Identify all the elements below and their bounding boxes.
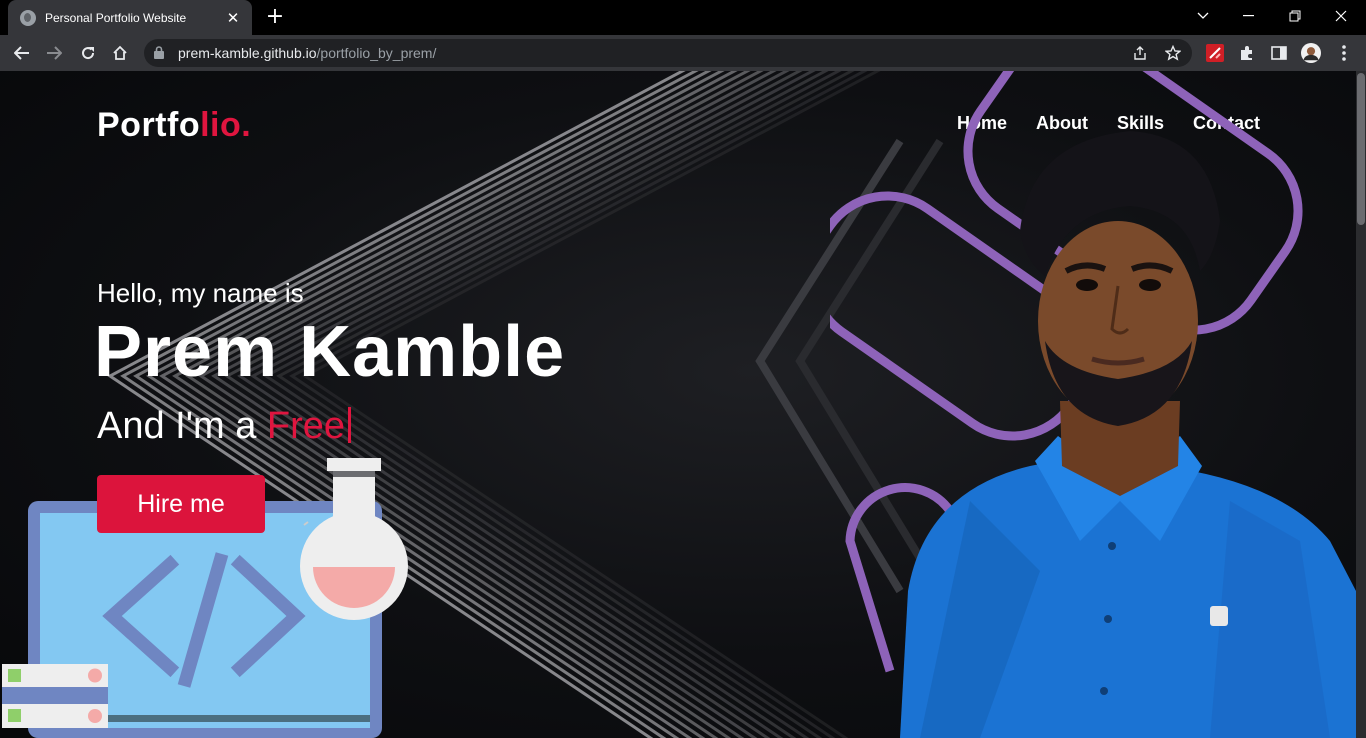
url-text: prem-kamble.github.io/portfolio_by_prem/ <box>178 45 437 61</box>
profile-avatar[interactable] <box>1301 43 1321 63</box>
profile-photo <box>830 71 1356 738</box>
chevron-down-icon[interactable] <box>1180 0 1226 32</box>
greeting-text: Hello, my name is <box>97 278 304 308</box>
close-icon[interactable]: ✕ <box>224 9 242 27</box>
forward-icon[interactable] <box>41 40 67 66</box>
typing-cursor <box>348 407 352 443</box>
reload-icon[interactable] <box>75 40 101 66</box>
hero-name: Prem Kamble <box>94 312 566 392</box>
browser-tab-strip: Personal Portfolio Website ✕ + <box>0 0 1366 35</box>
puzzle-icon[interactable] <box>1237 43 1257 63</box>
side-panel-icon[interactable] <box>1269 43 1289 63</box>
role-text: And I'm a Free <box>97 405 352 448</box>
browser-tab[interactable]: Personal Portfolio Website ✕ <box>8 0 252 35</box>
tab-title: Personal Portfolio Website <box>45 10 187 25</box>
page-scrollbar[interactable] <box>1356 71 1366 738</box>
address-bar[interactable]: prem-kamble.github.io/portfolio_by_prem/ <box>144 39 1192 67</box>
restore-icon[interactable] <box>1272 0 1318 32</box>
share-icon[interactable] <box>1130 43 1150 63</box>
scrollbar-thumb[interactable] <box>1357 73 1365 225</box>
typed-role: Free <box>266 405 346 447</box>
extension-icon[interactable] <box>1205 43 1225 63</box>
site-logo[interactable]: Portfolio. <box>97 106 251 145</box>
back-icon[interactable] <box>9 40 35 66</box>
star-icon[interactable] <box>1163 43 1183 63</box>
portfolio-page: Portfolio. Home About Skills Contact Hel… <box>0 71 1366 738</box>
hire-me-button[interactable]: Hire me <box>97 475 265 533</box>
close-window-icon[interactable] <box>1318 0 1364 32</box>
globe-icon <box>20 9 36 26</box>
more-icon[interactable] <box>1334 43 1354 63</box>
lock-icon[interactable] <box>154 46 164 59</box>
home-icon[interactable] <box>107 40 133 66</box>
minimize-icon[interactable] <box>1226 0 1272 32</box>
plus-icon[interactable]: + <box>262 5 288 31</box>
